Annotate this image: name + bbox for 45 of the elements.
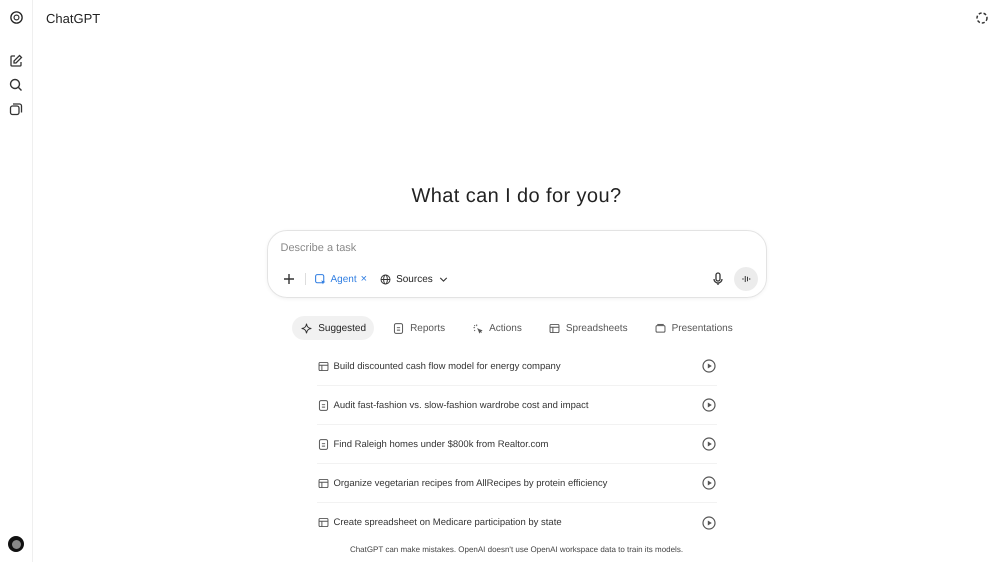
task-suggestion[interactable]: Audit fast-fashion vs. slow-fashion wardrobe cost and impact	[316, 386, 716, 425]
document-icon	[392, 322, 406, 334]
avatar[interactable]	[8, 536, 24, 552]
agent-label: Agent	[330, 274, 357, 284]
agent-icon	[314, 272, 326, 286]
search-icon[interactable]	[8, 77, 24, 93]
task-label: Audit fast-fashion vs. slow-fashion wardrobe cost and impact	[334, 400, 590, 410]
dashed-circle-icon[interactable]	[974, 10, 990, 26]
task-label: Organize vegetarian recipes from AllRecipes by protein efficiency	[334, 478, 608, 488]
task-suggestion[interactable]: Build discounted cash flow model for energy company	[316, 347, 716, 386]
logo-icon[interactable]	[8, 10, 24, 25]
slides-icon	[654, 322, 667, 334]
task-label: Find Raleigh homes under $800k from Realtor.com	[334, 438, 550, 450]
document-icon	[316, 438, 330, 450]
play-icon[interactable]	[700, 358, 716, 374]
task-field[interactable]: Describe a task Agent × Sources	[266, 230, 766, 298]
table-icon	[316, 476, 330, 490]
task-input[interactable]: Describe a task	[280, 239, 758, 257]
agent-chip[interactable]: Agent ×	[314, 272, 368, 286]
task-suggestion[interactable]: Find Raleigh homes under $800k from Realtor.com	[316, 425, 716, 464]
new-chat-icon[interactable]	[8, 53, 24, 69]
waveform-icon	[740, 273, 752, 285]
table-icon	[548, 322, 561, 334]
task-label: Build discounted cash flow model for energy company	[334, 360, 562, 372]
globe-icon	[379, 272, 392, 286]
sparkle-icon	[300, 322, 314, 334]
play-icon[interactable]	[700, 514, 716, 530]
task-label: Create spreadsheet on Medicare participation by state	[334, 517, 563, 528]
sources-button[interactable]: Sources	[375, 272, 454, 286]
play-icon[interactable]	[700, 397, 716, 413]
category-tab[interactable]: Suggested	[292, 316, 374, 340]
document-icon	[316, 398, 330, 412]
images-icon[interactable]	[8, 101, 24, 117]
task-suggestion[interactable]: Organize vegetarian recipes from AllRecipes by protein efficiency	[316, 464, 716, 503]
table-icon	[316, 516, 330, 529]
cursor-click-icon	[471, 322, 484, 334]
voice-button[interactable]	[734, 267, 758, 291]
heading: What can I do for you?	[411, 185, 622, 208]
disclaimer: ChatGPT can make mistakes. OpenAI doesn't use OpenAI workspace data to train its models.	[350, 545, 684, 554]
table-icon	[316, 360, 330, 372]
play-icon[interactable]	[700, 436, 716, 452]
agent-remove-button[interactable]: ×	[360, 273, 368, 285]
app-title: ChatGPT	[46, 10, 100, 26]
play-icon[interactable]	[700, 475, 716, 491]
task-suggestion[interactable]: Create spreadsheet on Medicare participation by state	[316, 503, 716, 542]
